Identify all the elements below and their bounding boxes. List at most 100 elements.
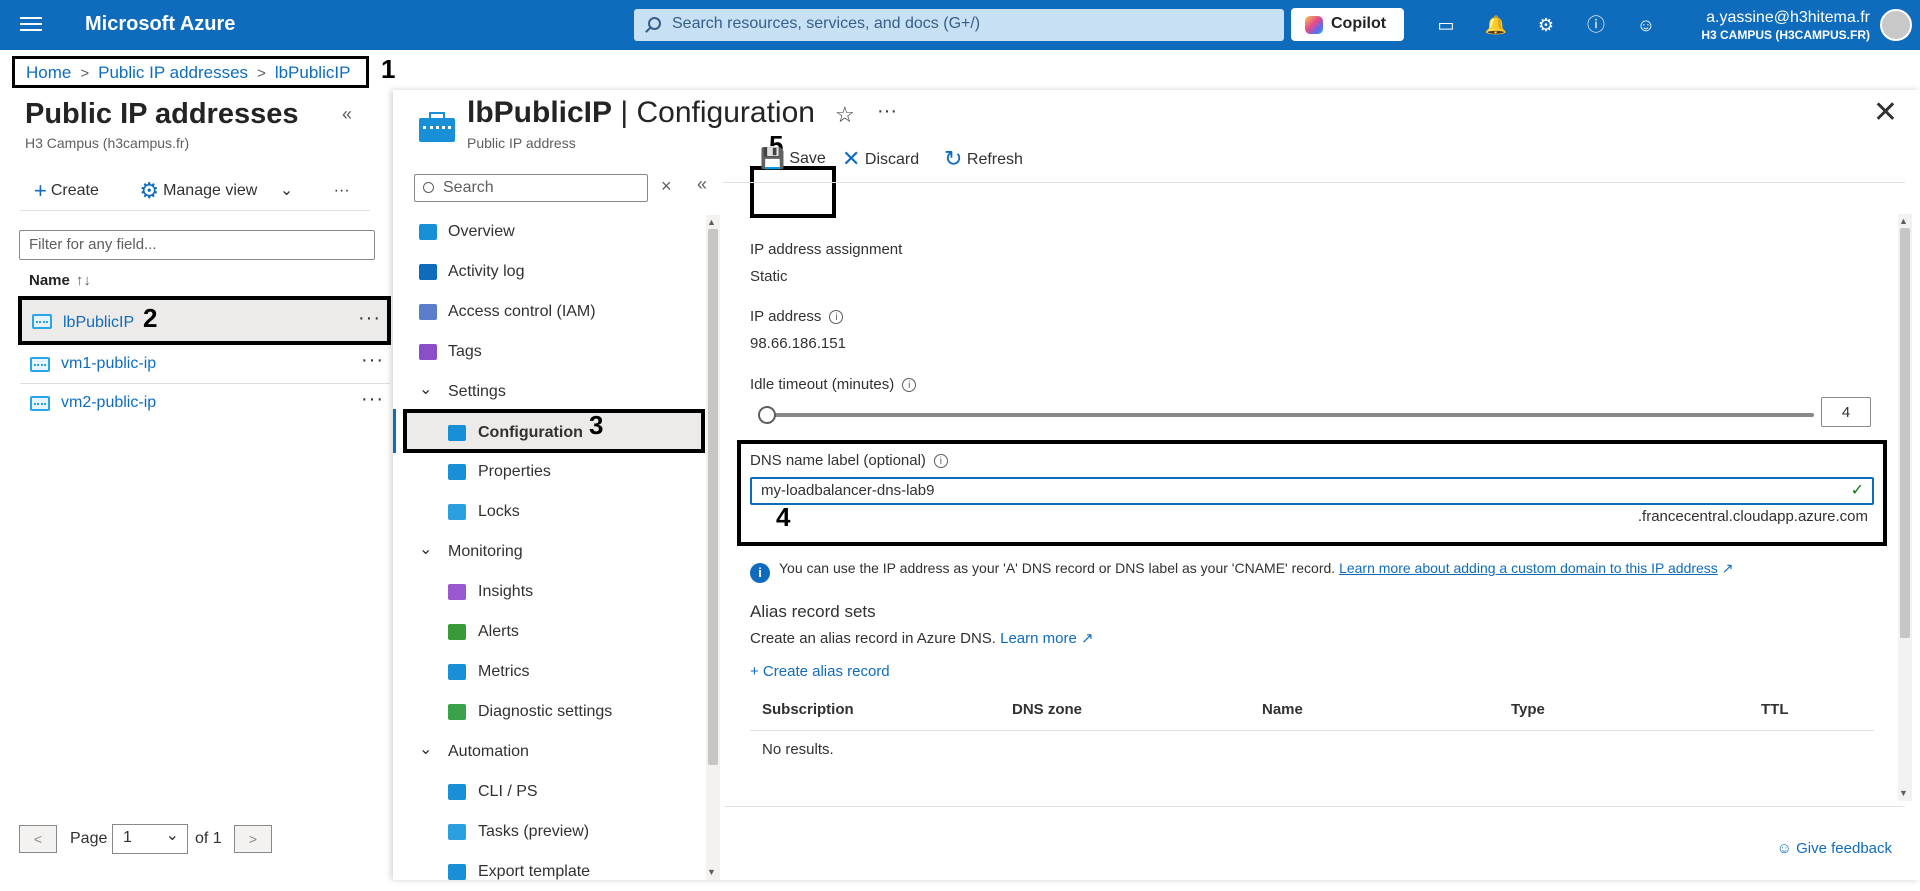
menu-item-access-control-iam-[interactable]: Access control (IAM) bbox=[393, 293, 703, 331]
menu-item-locks[interactable]: Locks bbox=[393, 493, 703, 531]
menu-item-metrics[interactable]: Metrics bbox=[393, 653, 703, 691]
breadcrumb-lbpublicip[interactable]: lbPublicIP bbox=[275, 63, 351, 82]
menu-item-tags[interactable]: Tags bbox=[393, 333, 703, 371]
menu-item-export-template[interactable]: Export template bbox=[393, 853, 703, 891]
breadcrumb-home[interactable]: Home bbox=[26, 63, 71, 82]
configuration-icon bbox=[448, 425, 466, 441]
idle-timeout-label: Idle timeout (minutes) i bbox=[750, 376, 917, 393]
alias-table-header: Subscription DNS zone Name Type TTL bbox=[750, 691, 1874, 731]
content-scrollbar[interactable]: ▲ ▼ bbox=[1898, 214, 1912, 801]
breadcrumb-public-ip-addresses[interactable]: Public IP addresses bbox=[98, 63, 248, 82]
row-more-icon[interactable]: ··· bbox=[361, 349, 384, 372]
give-feedback-link[interactable]: ☺ Give feedback bbox=[1777, 840, 1892, 857]
menu-item-diagnostic-settings[interactable]: Diagnostic settings bbox=[393, 693, 703, 731]
next-page-button[interactable]: > bbox=[234, 825, 272, 853]
idle-timeout-slider[interactable] bbox=[758, 406, 1814, 424]
favorite-star-icon[interactable]: ☆ bbox=[835, 102, 855, 128]
collapse-panel-icon[interactable]: « bbox=[342, 104, 352, 125]
alert-icon bbox=[448, 624, 466, 640]
divider bbox=[20, 210, 370, 211]
cloud-shell-icon[interactable]: ▭ bbox=[1434, 13, 1458, 37]
create-alias-record-link[interactable]: + Create alias record bbox=[750, 663, 890, 680]
column-header: Subscription bbox=[762, 701, 854, 718]
list-item[interactable]: vm1-public-ip ··· bbox=[20, 345, 390, 383]
help-icon[interactable]: ⓘ bbox=[1584, 13, 1608, 37]
clear-search-icon[interactable]: × bbox=[661, 176, 672, 197]
slider-handle[interactable] bbox=[758, 406, 776, 424]
menu-search-input[interactable]: Search bbox=[414, 174, 648, 202]
filter-input[interactable]: Filter for any field... bbox=[19, 230, 375, 260]
diagnostic-icon bbox=[448, 704, 466, 720]
configuration-blade: lbPublicIP | Configuration Public IP add… bbox=[393, 90, 1920, 880]
feedback-icon[interactable]: ☺ bbox=[1634, 13, 1658, 37]
search-icon bbox=[423, 182, 434, 193]
info-icon[interactable]: i bbox=[933, 454, 948, 468]
annotation-3: 3 bbox=[589, 410, 604, 440]
activity-log-icon bbox=[419, 264, 437, 280]
avatar[interactable] bbox=[1880, 9, 1912, 41]
alias-description: Create an alias record in Azure DNS. Lea… bbox=[750, 630, 1094, 647]
menu-item-configuration[interactable]: Configuration bbox=[403, 409, 705, 453]
list-toolbar: + Create ⚙ Manage view ⌄ ··· bbox=[34, 178, 368, 204]
info-icon: i bbox=[750, 563, 770, 583]
breadcrumb: Home > Public IP addresses > lbPublicIP bbox=[12, 56, 369, 88]
collapse-menu-icon[interactable]: « bbox=[697, 174, 707, 195]
page-select[interactable]: 1 ⌄ bbox=[112, 824, 188, 854]
previous-page-button[interactable]: < bbox=[19, 825, 57, 853]
ip-assignment-label: IP address assignment bbox=[750, 241, 903, 258]
ip-assignment-value: Static bbox=[750, 268, 788, 285]
menu-group-monitoring[interactable]: ⌄ Monitoring bbox=[393, 533, 703, 571]
hamburger-menu-icon[interactable] bbox=[20, 13, 42, 37]
close-icon[interactable]: ✕ bbox=[1873, 95, 1898, 130]
menu-item-cli-ps[interactable]: CLI / PS bbox=[393, 773, 703, 811]
row-more-icon[interactable]: ··· bbox=[358, 307, 381, 330]
save-button[interactable]: 💾 Save bbox=[760, 146, 826, 171]
chevron-down-icon: ⌄ bbox=[279, 182, 294, 199]
manage-view-button[interactable]: ⚙ Manage view ⌄ bbox=[139, 178, 311, 203]
insights-icon bbox=[448, 584, 466, 600]
gear-icon: ⚙ bbox=[139, 178, 160, 203]
copilot-button[interactable]: Copilot bbox=[1291, 8, 1404, 41]
menu-item-overview[interactable]: Overview bbox=[393, 213, 703, 251]
public-ip-icon bbox=[30, 357, 50, 372]
plus-icon: + bbox=[34, 178, 47, 203]
idle-timeout-input[interactable]: 4 bbox=[1821, 397, 1871, 427]
menu-group-automation[interactable]: ⌄ Automation bbox=[393, 733, 703, 771]
notifications-icon[interactable]: 🔔 bbox=[1484, 13, 1508, 37]
menu-item-alerts[interactable]: Alerts bbox=[393, 613, 703, 651]
menu-item-activity-log[interactable]: Activity log bbox=[393, 253, 703, 291]
discard-button[interactable]: ✕ Discard bbox=[842, 146, 919, 172]
ip-address-label: IP address i bbox=[750, 308, 844, 325]
iam-icon bbox=[419, 304, 437, 320]
brand-title[interactable]: Microsoft Azure bbox=[85, 13, 235, 36]
menu-item-tasks-preview-[interactable]: Tasks (preview) bbox=[393, 813, 703, 851]
row-more-icon[interactable]: ··· bbox=[361, 388, 384, 411]
cli-icon bbox=[448, 784, 466, 800]
create-button[interactable]: + Create bbox=[34, 178, 117, 203]
divider bbox=[725, 806, 1905, 807]
info-icon[interactable]: i bbox=[829, 310, 844, 324]
list-item[interactable]: lbPublicIP ··· bbox=[18, 296, 391, 345]
chevron-down-icon: ⌄ bbox=[419, 741, 433, 758]
ip-address-value: 98.66.186.151 bbox=[750, 335, 846, 352]
menu-item-insights[interactable]: Insights bbox=[393, 573, 703, 611]
chevron-down-icon: ⌄ bbox=[165, 827, 179, 844]
custom-domain-link[interactable]: Learn more about adding a custom domain … bbox=[1339, 560, 1718, 576]
learn-more-link[interactable]: Learn more bbox=[1000, 630, 1077, 647]
account-menu[interactable]: a.yassine@h3hitema.fr H3 CAMPUS (H3CAMPU… bbox=[1701, 9, 1870, 42]
copilot-icon bbox=[1305, 16, 1323, 34]
menu-scrollbar[interactable]: ▲ ▼ bbox=[706, 215, 720, 880]
column-header: Name bbox=[1262, 701, 1303, 718]
dns-name-input[interactable]: my-loadbalancer-dns-lab9 ✓ bbox=[750, 477, 1874, 505]
list-item[interactable]: vm2-public-ip ··· bbox=[20, 384, 390, 422]
settings-gear-icon[interactable]: ⚙ bbox=[1534, 13, 1558, 37]
menu-item-properties[interactable]: Properties bbox=[393, 453, 703, 491]
column-header: Type bbox=[1511, 701, 1545, 718]
column-header-name[interactable]: Name ↑↓ bbox=[29, 272, 91, 289]
more-actions-icon[interactable]: ··· bbox=[877, 100, 897, 123]
refresh-button[interactable]: ↻ Refresh bbox=[944, 146, 1023, 172]
info-icon[interactable]: i bbox=[902, 378, 917, 392]
global-search-input[interactable]: Search resources, services, and docs (G+… bbox=[634, 9, 1284, 41]
more-actions-icon[interactable]: ··· bbox=[334, 182, 350, 199]
menu-group-settings[interactable]: ⌄ Settings bbox=[393, 373, 703, 411]
